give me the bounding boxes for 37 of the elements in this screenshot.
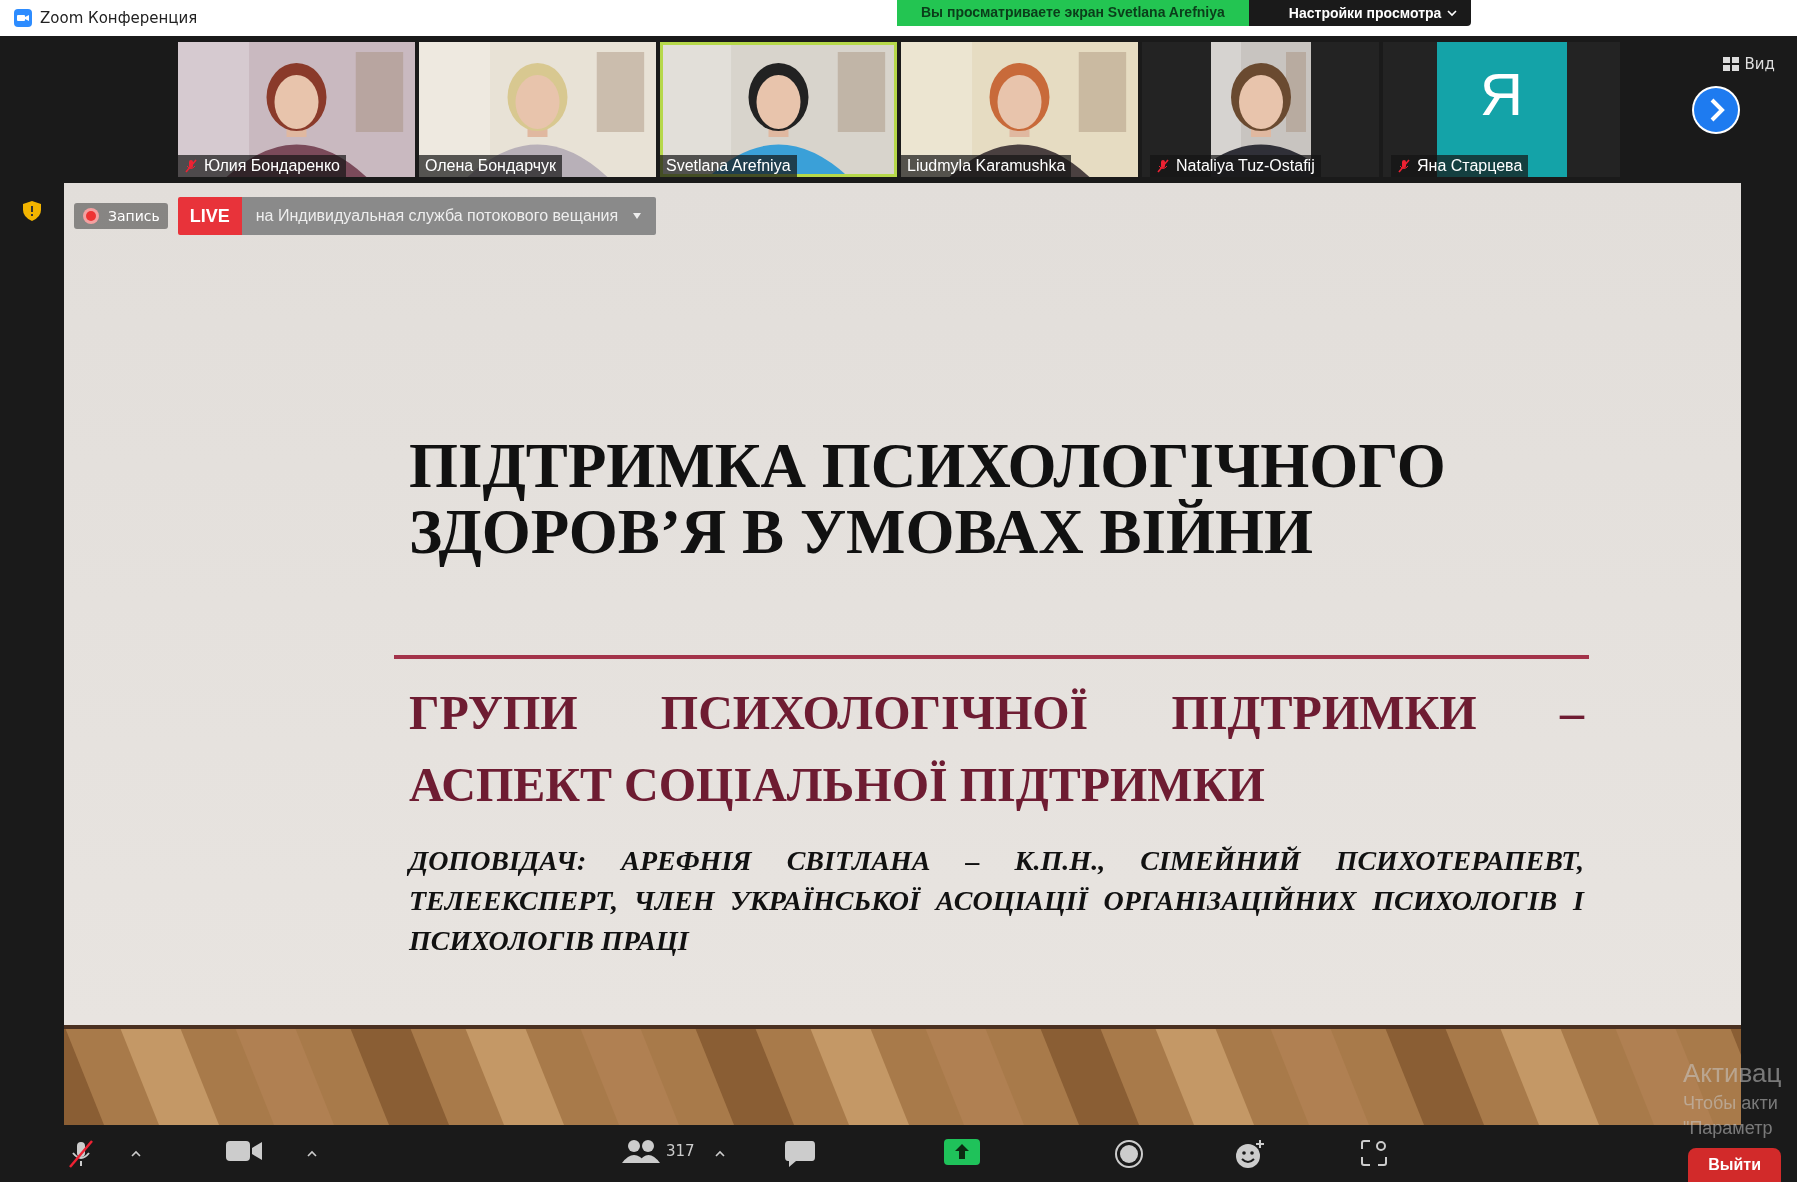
participant-name: Яна Старцева <box>1391 155 1529 177</box>
slide-subtitle: ГРУПИ ПСИХОЛОГІЧНОЇ ПІДТРИМКИ – АСПЕКТ СОЦІАЛЬНОЇ ПІДТРИМКИ <box>409 685 1584 813</box>
caret-icon[interactable] <box>714 1150 726 1158</box>
leave-button[interactable]: Выйти <box>1688 1148 1781 1182</box>
video-tile[interactable]: Nataliya Tuz-Ostafij <box>1142 42 1379 177</box>
window-title: Zoom Конференция <box>40 9 198 27</box>
video-tile[interactable]: Юлия Бондаренко <box>178 42 415 177</box>
slide-title: ПІДТРИМКА ПСИХОЛОГІЧНОГО <box>409 433 1447 499</box>
people-icon <box>622 1139 660 1163</box>
activation-notice: Чтобы акти <box>1683 1093 1779 1114</box>
shield-icon[interactable] <box>23 201 41 221</box>
recording-indicator: Запись <box>74 203 168 229</box>
view-button[interactable]: Вид <box>1716 54 1781 74</box>
video-tile[interactable]: Svetlana Arefniya <box>660 42 897 177</box>
video-tile[interactable]: Я Яна Старцева <box>1383 42 1620 177</box>
participant-name: Олена Бондарчук <box>419 155 563 177</box>
caret-icon <box>1447 9 1458 17</box>
video-tile[interactable]: Олена Бондарчук <box>419 42 656 177</box>
muted-mic-icon <box>1397 159 1411 173</box>
speaker-info: ДОПОВІДАЧ: АРЕФНІЯ СВІТЛАНА – К.П.Н., СІМЕЙНИЙ ПСИХОТЕРАПЕВТ, ТЕЛЕЕКСПЕРТ, ЧЛЕН УКРАЇНСЬКОЇ АСОЦІАЦІЇ ОРГАНІЗАЦІЙНИХ ПСИХОЛОГІВ І ПСИХОЛОГІВ ПРАЦІ <box>409 844 1584 958</box>
live-stream-button[interactable]: LIVE на Индивидуальная служба потокового вещания <box>177 197 657 235</box>
participant-name: Liudmyla Karamushka <box>901 155 1072 177</box>
screen-share-banner: Вы просматриваете экран Svetlana Arefniya <box>897 0 1249 26</box>
caret-icon <box>632 213 643 219</box>
participants-button[interactable]: 317 <box>618 1135 699 1167</box>
view-options-button[interactable]: Настройки просмотра <box>1248 0 1472 26</box>
app-icon <box>14 9 32 27</box>
video-tile[interactable]: Liudmyla Karamushka <box>901 42 1138 177</box>
caret-icon[interactable] <box>306 1150 318 1158</box>
participant-name: Nataliya Tuz-Ostafij <box>1150 155 1321 177</box>
caret-icon[interactable] <box>130 1150 142 1158</box>
muted-mic-icon <box>1156 159 1170 173</box>
muted-mic-icon <box>184 159 198 173</box>
grid-icon <box>1722 57 1739 71</box>
participant-name: Svetlana Arefniya <box>660 155 797 177</box>
participant-name: Юлия Бондаренко <box>178 155 346 177</box>
next-page-button[interactable] <box>1692 85 1740 134</box>
